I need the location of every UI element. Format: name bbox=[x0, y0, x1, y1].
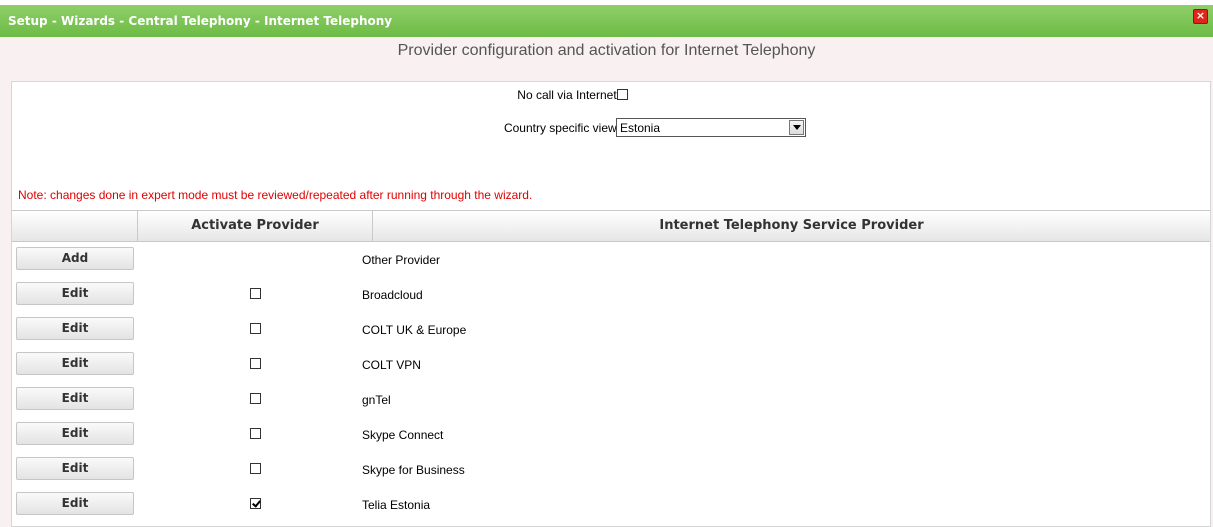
activate-provider-checkbox[interactable] bbox=[250, 463, 261, 474]
activate-provider-checkbox[interactable] bbox=[250, 358, 261, 369]
add-button[interactable]: Add bbox=[16, 247, 134, 270]
table-row: Edit gnTel bbox=[12, 383, 1210, 418]
expert-mode-note: Note: changes done in expert mode must b… bbox=[18, 188, 533, 202]
no-call-row: No call via Internet: bbox=[12, 84, 1210, 106]
provider-name: Telia Estonia bbox=[362, 498, 431, 512]
provider-name: Other Provider bbox=[362, 253, 441, 267]
table-row: Edit Skype for Business bbox=[12, 453, 1210, 488]
country-select[interactable]: Estonia bbox=[616, 118, 806, 137]
provider-name: gnTel bbox=[362, 393, 391, 407]
no-call-checkbox[interactable] bbox=[617, 89, 628, 100]
provider-name: COLT UK & Europe bbox=[362, 323, 467, 337]
column-header-activate: Activate Provider bbox=[138, 211, 373, 241]
provider-name: COLT VPN bbox=[362, 358, 421, 372]
activate-provider-checkbox[interactable] bbox=[250, 428, 261, 439]
table-row: Edit Broadcloud bbox=[12, 278, 1210, 313]
edit-button[interactable]: Edit bbox=[16, 387, 134, 410]
country-label: Country specific view: bbox=[503, 121, 620, 135]
no-call-label: No call via Internet: bbox=[517, 88, 620, 102]
provider-panel: No call via Internet: Country specific v… bbox=[11, 81, 1211, 527]
column-header-action bbox=[12, 211, 138, 241]
activate-provider-checkbox[interactable] bbox=[250, 498, 261, 509]
edit-button[interactable]: Edit bbox=[16, 457, 134, 480]
table-row: Edit COLT VPN bbox=[12, 348, 1210, 383]
table-row: Edit COLT UK & Europe bbox=[12, 313, 1210, 348]
chevron-down-icon[interactable] bbox=[789, 120, 804, 135]
window-title: Setup - Wizards - Central Telephony - In… bbox=[8, 14, 393, 28]
close-icon[interactable]: × bbox=[1193, 9, 1208, 24]
provider-name: Skype for Business bbox=[362, 463, 465, 477]
title-bar: Setup - Wizards - Central Telephony - In… bbox=[0, 5, 1213, 37]
table-row: Add Other Provider bbox=[12, 243, 1210, 278]
table-row: Edit Telia Estonia bbox=[12, 488, 1210, 523]
edit-button[interactable]: Edit bbox=[16, 352, 134, 375]
activate-provider-checkbox[interactable] bbox=[250, 288, 261, 299]
provider-name: Skype Connect bbox=[362, 428, 444, 442]
page-title: Provider configuration and activation fo… bbox=[397, 42, 816, 59]
table-header: Activate Provider Internet Telephony Ser… bbox=[12, 210, 1210, 242]
country-row: Country specific view: Estonia bbox=[12, 117, 1210, 139]
provider-name: Broadcloud bbox=[362, 288, 423, 302]
edit-button[interactable]: Edit bbox=[16, 422, 134, 445]
edit-button[interactable]: Edit bbox=[16, 317, 134, 340]
edit-button[interactable]: Edit bbox=[16, 282, 134, 305]
edit-button[interactable]: Edit bbox=[16, 492, 134, 515]
table-row: Edit Skype Connect bbox=[12, 418, 1210, 453]
column-header-provider: Internet Telephony Service Provider bbox=[659, 218, 924, 233]
activate-provider-checkbox[interactable] bbox=[250, 393, 261, 404]
activate-provider-checkbox[interactable] bbox=[250, 323, 261, 334]
country-select-value: Estonia bbox=[620, 121, 661, 135]
